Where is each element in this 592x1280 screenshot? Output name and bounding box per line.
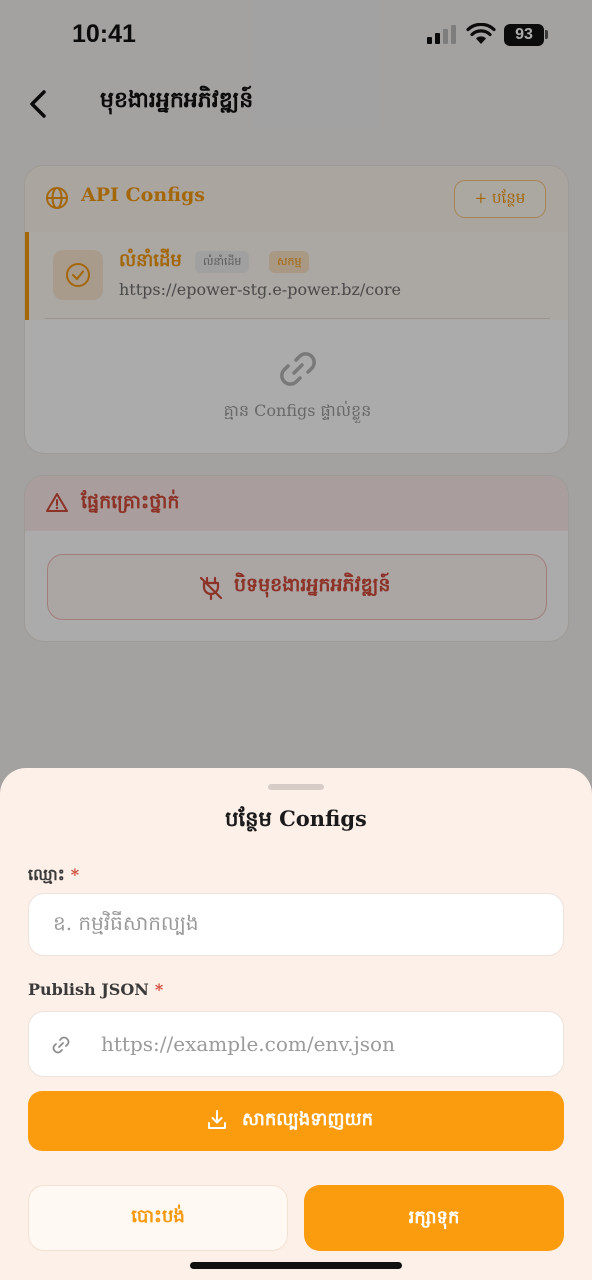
add-config-sheet: បន្ថែម Configs ឈ្មោះ * ឧ. កម្មវិធីសាកល្បង… [0, 768, 592, 1280]
home-indicator [190, 1262, 402, 1269]
test-download-label: សាកល្បងទាញយក [242, 1109, 374, 1130]
test-download-button[interactable]: សាកល្បងទាញយក [28, 1091, 564, 1151]
name-label-text: ឈ្មោះ [28, 865, 65, 884]
json-field-label: Publish JSON * [28, 980, 163, 999]
json-input-placeholder: https://example.com/env.json [101, 1032, 395, 1056]
download-icon [208, 1110, 226, 1129]
name-field-label: ឈ្មោះ * [28, 864, 79, 888]
save-button[interactable]: រក្សាទុក [304, 1185, 564, 1251]
json-url-input[interactable]: https://example.com/env.json [28, 1011, 564, 1077]
cancel-button[interactable]: បោះបង់ [28, 1185, 288, 1251]
json-label-text: Publish JSON [28, 980, 149, 999]
name-input-placeholder: ឧ. កម្មវិធីសាកល្បង [53, 910, 199, 935]
sheet-title: បន្ថែម Configs [225, 806, 367, 831]
sheet-drag-handle[interactable] [268, 784, 324, 790]
required-mark: * [70, 865, 80, 884]
name-input[interactable]: ឧ. កម្មវិធីសាកល្បង [28, 893, 564, 956]
required-mark: * [154, 980, 164, 999]
link-icon [52, 1036, 70, 1054]
